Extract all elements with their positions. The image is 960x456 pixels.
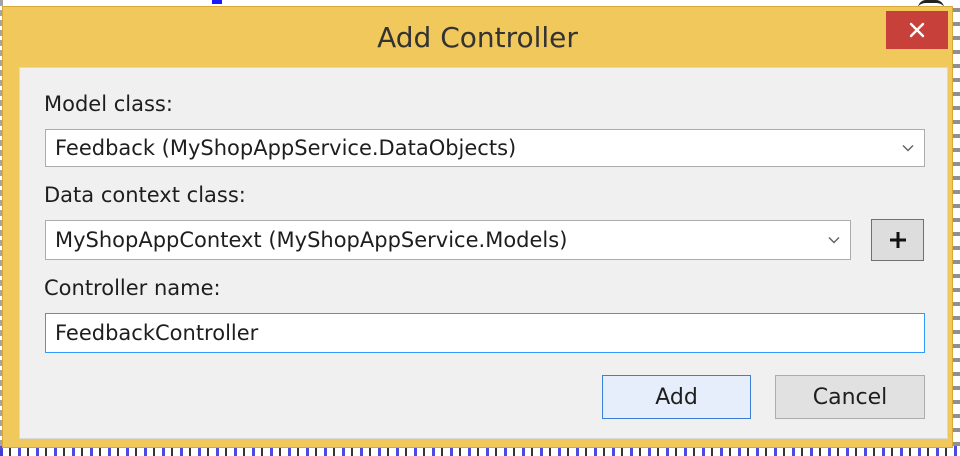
data-context-class-value: MyShopAppContext (MyShopAppService.Model… — [55, 228, 568, 252]
cancel-button[interactable]: Cancel — [775, 375, 925, 419]
add-controller-dialog: Add Controller Model class: Feedback (My… — [2, 6, 953, 448]
model-class-dropdown[interactable]: Feedback (MyShopAppService.DataObjects) — [45, 129, 925, 167]
model-class-value: Feedback (MyShopAppService.DataObjects) — [55, 136, 517, 160]
controller-name-label: Controller name: — [44, 276, 221, 300]
add-button[interactable]: Add — [602, 375, 751, 419]
data-context-class-label: Data context class: — [44, 183, 246, 207]
title-bar[interactable]: Add Controller — [3, 7, 952, 63]
dialog-title: Add Controller — [377, 21, 578, 54]
data-context-class-dropdown[interactable]: MyShopAppContext (MyShopAppService.Model… — [45, 220, 851, 260]
close-button[interactable] — [886, 11, 948, 49]
close-icon — [909, 22, 925, 38]
chevron-down-icon — [818, 221, 850, 259]
background-mark — [212, 0, 222, 4]
add-data-context-button[interactable] — [871, 219, 924, 261]
model-class-label: Model class: — [44, 92, 173, 116]
controller-name-input[interactable] — [45, 313, 925, 353]
background-edge — [952, 8, 960, 448]
plus-icon — [889, 232, 906, 248]
dialog-content: Model class: Feedback (MyShopAppService.… — [19, 67, 948, 439]
chevron-down-icon — [892, 130, 924, 166]
